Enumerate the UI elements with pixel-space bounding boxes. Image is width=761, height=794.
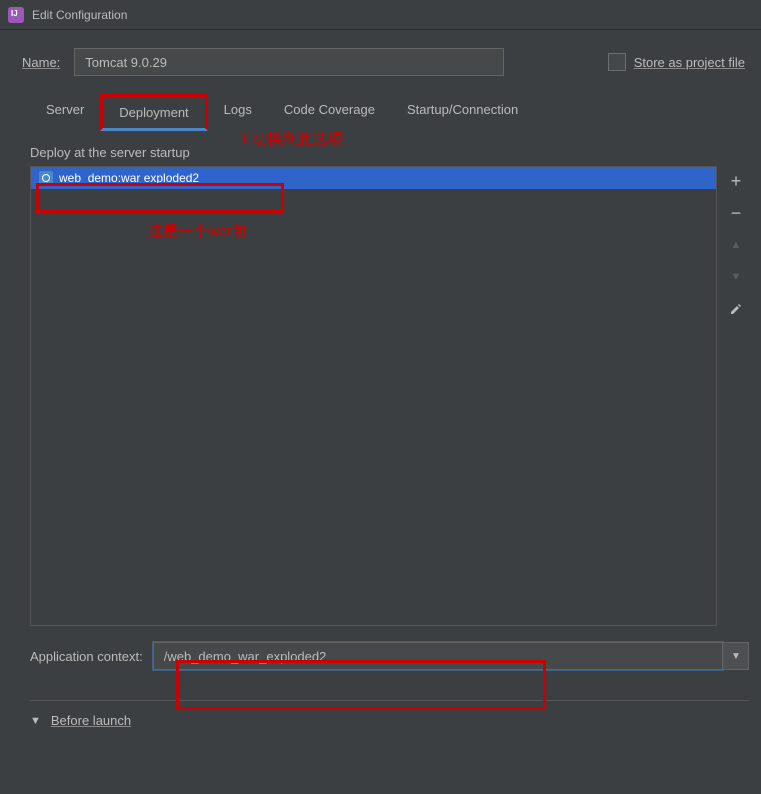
edit-button[interactable] bbox=[725, 298, 747, 320]
context-input-wrap: ▼ bbox=[153, 642, 749, 670]
divider bbox=[30, 700, 749, 701]
context-label: Application context: bbox=[30, 649, 143, 664]
deploy-section-label: Deploy at the server startup bbox=[30, 145, 749, 160]
before-launch-label: Before launch bbox=[51, 713, 131, 728]
pencil-icon bbox=[729, 302, 743, 316]
deploy-item-label: web_demo:war exploded2 bbox=[59, 171, 199, 185]
move-down-button[interactable]: ▼ bbox=[725, 266, 747, 288]
before-launch-section[interactable]: ▼ Before launch bbox=[0, 713, 761, 728]
arrow-down-icon: ▼ bbox=[731, 271, 742, 283]
tab-startup-connection[interactable]: Startup/Connection bbox=[391, 94, 534, 131]
tab-logs[interactable]: Logs bbox=[208, 94, 268, 131]
context-input[interactable] bbox=[153, 642, 723, 670]
tab-code-coverage[interactable]: Code Coverage bbox=[268, 94, 391, 131]
chevron-down-icon: ▼ bbox=[30, 715, 41, 727]
window-title: Edit Configuration bbox=[32, 8, 127, 22]
deploy-area: web_demo:war exploded2 + − ▲ ▼ bbox=[30, 166, 749, 626]
plus-icon: + bbox=[731, 171, 742, 192]
store-checkbox[interactable] bbox=[608, 53, 626, 71]
annotation-2: 这是一个war包 bbox=[148, 220, 247, 241]
main-area: Deploy at the server startup web_demo:wa… bbox=[0, 131, 761, 626]
name-label: Name: bbox=[22, 55, 60, 70]
title-bar: Edit Configuration bbox=[0, 0, 761, 30]
context-dropdown-button[interactable]: ▼ bbox=[723, 642, 749, 670]
tab-deployment[interactable]: Deployment bbox=[100, 94, 207, 131]
store-label: Store as project file bbox=[634, 55, 745, 70]
tab-server[interactable]: Server bbox=[30, 94, 100, 131]
deploy-list[interactable]: web_demo:war exploded2 bbox=[30, 166, 717, 626]
name-row: Name: Store as project file bbox=[0, 30, 761, 86]
chevron-down-icon: ▼ bbox=[731, 651, 741, 662]
artifact-icon bbox=[39, 171, 53, 185]
app-icon bbox=[8, 7, 24, 23]
arrow-up-icon: ▲ bbox=[731, 239, 742, 251]
context-row: Application context: ▼ bbox=[0, 626, 761, 670]
deploy-side-buttons: + − ▲ ▼ bbox=[723, 166, 749, 626]
store-wrap: Store as project file bbox=[608, 53, 745, 71]
tabs: Server Deployment Logs Code Coverage Sta… bbox=[0, 86, 761, 131]
deploy-item[interactable]: web_demo:war exploded2 bbox=[31, 167, 716, 189]
remove-button[interactable]: − bbox=[725, 202, 747, 224]
move-up-button[interactable]: ▲ bbox=[725, 234, 747, 256]
minus-icon: − bbox=[731, 203, 742, 224]
annotation-1: 1.切换到此选项 bbox=[240, 128, 343, 149]
name-input[interactable] bbox=[74, 48, 504, 76]
add-button[interactable]: + bbox=[725, 170, 747, 192]
